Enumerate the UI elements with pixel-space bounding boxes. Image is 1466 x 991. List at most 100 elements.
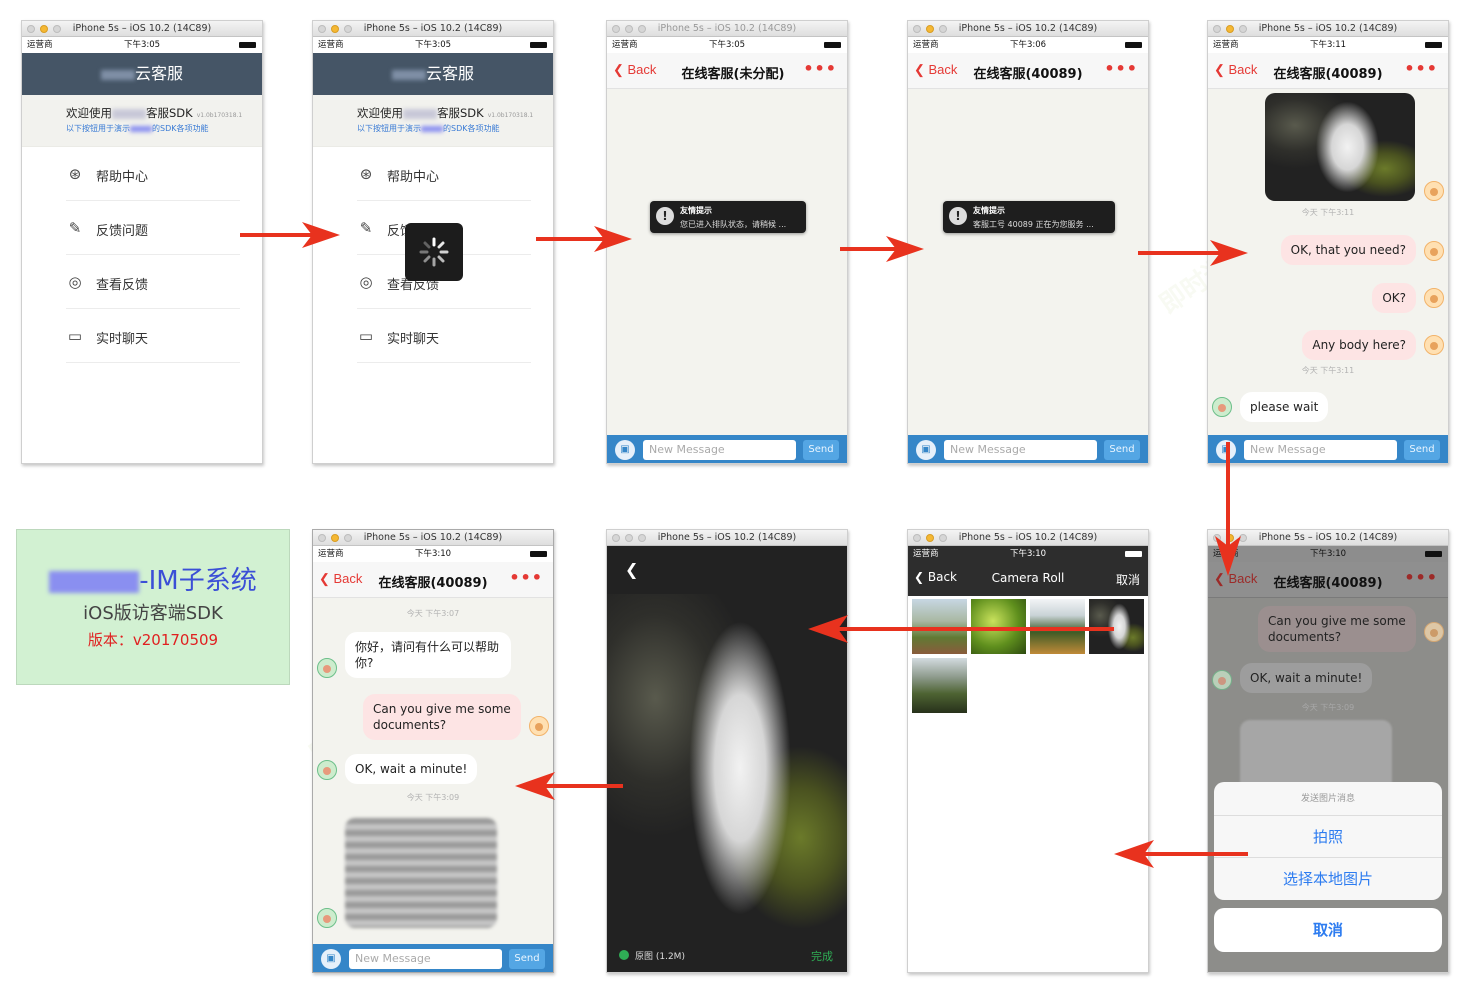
blurred-document-image[interactable] bbox=[345, 818, 497, 928]
status-bar: 运营商 下午3:06 bbox=[908, 37, 1148, 53]
message-input-bar: ▣ New Message Send bbox=[607, 435, 847, 463]
send-button[interactable]: Send bbox=[509, 949, 545, 969]
timestamp: 今天 下午3:11 bbox=[1301, 208, 1355, 217]
window-controls[interactable] bbox=[318, 534, 352, 542]
clock: 下午3:10 bbox=[1009, 549, 1047, 559]
window-controls[interactable] bbox=[612, 25, 646, 33]
original-image-label: 原图 (1.2M) bbox=[635, 952, 685, 962]
choose-local-image-option[interactable]: 选择本地图片 bbox=[1214, 858, 1442, 900]
sdk-title-text: -IM子系统 bbox=[139, 566, 257, 596]
cancel-button[interactable]: 取消 bbox=[1116, 571, 1140, 588]
clock: 下午3:10 bbox=[1309, 549, 1347, 559]
help-center-icon: ⊛ bbox=[68, 165, 82, 183]
menu-item-help[interactable]: ⊛ 帮助中心 bbox=[66, 147, 240, 201]
battery-icon bbox=[824, 42, 841, 48]
more-options-icon[interactable]: ••• bbox=[1104, 59, 1138, 78]
chat-area: ! 友情提示 客服工号 40089 正在为您服务 ... ▣ New Messa… bbox=[908, 89, 1148, 463]
window-controls[interactable] bbox=[318, 25, 352, 33]
live-chat-icon: ▭ bbox=[358, 327, 374, 345]
send-button[interactable]: Send bbox=[803, 440, 839, 460]
loading-hud bbox=[405, 223, 463, 281]
menu-item-help[interactable]: ⊛ 帮助中心 bbox=[357, 147, 531, 201]
message-bubble-received: please wait bbox=[1240, 392, 1329, 422]
sdk-info-card: -IM子系统 iOS版访客端SDK 版本：v20170509 bbox=[16, 529, 290, 685]
live-chat-icon: ▭ bbox=[67, 327, 83, 345]
subtitle-prefix: 以下按钮用于演示 bbox=[66, 124, 130, 133]
window-titlebar: iPhone 5s – iOS 10.2 (14C89) bbox=[1208, 530, 1448, 546]
image-picker-icon[interactable]: ▣ bbox=[916, 440, 936, 460]
original-image-toggle[interactable] bbox=[619, 950, 629, 960]
window-controls[interactable] bbox=[1213, 25, 1247, 33]
message-bubble-sent: OK? bbox=[1372, 283, 1416, 313]
window-controls[interactable] bbox=[913, 534, 947, 542]
window-controls[interactable] bbox=[913, 25, 947, 33]
send-button[interactable]: Send bbox=[1404, 440, 1440, 460]
menu-label: 实时聊天 bbox=[96, 332, 149, 347]
message-input-bar: ▣ New Message Send bbox=[313, 944, 553, 972]
message-bubble-sent: Can you give me some documents? bbox=[363, 694, 521, 740]
preview-top-bar: ❮ bbox=[607, 546, 847, 594]
take-photo-option[interactable]: 拍照 bbox=[1214, 816, 1442, 858]
message-input[interactable]: New Message bbox=[643, 440, 796, 460]
toast-title: 友情提示 bbox=[973, 206, 1005, 215]
window-titlebar: iPhone 5s – iOS 10.2 (14C89) bbox=[908, 21, 1148, 37]
status-bar: 运营商 下午3:05 bbox=[607, 37, 847, 53]
flow-arrow-right bbox=[240, 222, 340, 248]
toast-title: 友情提示 bbox=[680, 206, 712, 215]
agent-avatar bbox=[317, 760, 337, 780]
spinner-icon bbox=[419, 237, 449, 267]
window-controls[interactable] bbox=[27, 25, 61, 33]
timestamp: 今天 下午3:09 bbox=[1301, 703, 1355, 712]
user-avatar bbox=[1424, 622, 1444, 642]
message-input[interactable]: New Message bbox=[1244, 440, 1397, 460]
redacted-brand bbox=[100, 69, 135, 80]
window-title: iPhone 5s – iOS 10.2 (14C89) bbox=[363, 532, 503, 543]
window-controls[interactable] bbox=[612, 534, 646, 542]
photo-thumbnail[interactable] bbox=[912, 658, 967, 713]
battery-icon bbox=[530, 42, 547, 48]
clock: 下午3:05 bbox=[123, 40, 161, 50]
message-bubble-received: OK, wait a minute! bbox=[1240, 663, 1373, 693]
more-options-icon[interactable]: ••• bbox=[1404, 59, 1438, 78]
status-bar: 运营商 下午3:11 bbox=[1208, 37, 1448, 53]
menu-item-view-feedback[interactable]: ◎ 查看反馈 bbox=[66, 255, 240, 309]
version-label: v1.0b170318.1 bbox=[196, 112, 243, 119]
message-input[interactable]: New Message bbox=[349, 949, 502, 969]
message-input[interactable]: New Message bbox=[944, 440, 1097, 460]
welcome-panel: 欢迎使用 客服SDK v1.0b170318.1 以下按钮用于演示 的SDK各项功能 bbox=[22, 95, 262, 147]
clock: 下午3:11 bbox=[1309, 40, 1347, 50]
welcome-panel: 欢迎使用 客服SDK v1.0b170318.1 以下按钮用于演示 的SDK各项功能 bbox=[313, 95, 553, 147]
chat-area: 今天 下午3:11 OK, that you need? OK? Any bod… bbox=[1208, 89, 1448, 463]
feedback-pen-icon: ✎ bbox=[68, 219, 82, 237]
assigned-toast: ! 友情提示 客服工号 40089 正在为您服务 ... bbox=[943, 201, 1115, 233]
battery-icon bbox=[1425, 42, 1442, 48]
warning-icon: ! bbox=[656, 207, 674, 225]
image-picker-icon[interactable]: ▣ bbox=[615, 440, 635, 460]
menu-label: 实时聊天 bbox=[387, 332, 440, 347]
user-avatar bbox=[1424, 288, 1444, 308]
preview-image-waterfall bbox=[607, 594, 847, 942]
action-sheet-cancel-button[interactable]: 取消 bbox=[1214, 908, 1442, 952]
more-options-icon[interactable]: ••• bbox=[1404, 568, 1438, 587]
sent-image-waterfall[interactable] bbox=[1265, 93, 1415, 201]
menu-label: 帮助中心 bbox=[96, 170, 149, 185]
back-chevron-icon[interactable]: ❮ bbox=[625, 560, 638, 579]
status-bar: 运营商 下午3:05 bbox=[22, 37, 262, 53]
image-picker-icon[interactable]: ▣ bbox=[321, 949, 341, 969]
send-button[interactable]: Send bbox=[1104, 440, 1140, 460]
menu-item-feedback[interactable]: ✎ 反馈问题 bbox=[66, 201, 240, 255]
battery-icon bbox=[530, 551, 547, 557]
battery-icon bbox=[1425, 551, 1442, 557]
flow-arrow-right bbox=[1138, 240, 1248, 266]
more-options-icon[interactable]: ••• bbox=[803, 59, 837, 78]
more-options-icon[interactable]: ••• bbox=[509, 568, 543, 587]
menu-item-live-chat[interactable]: ▭ 实时聊天 bbox=[66, 309, 240, 363]
view-feedback-icon: ◎ bbox=[359, 273, 373, 291]
subtitle-prefix: 以下按钮用于演示 bbox=[357, 124, 421, 133]
clock: 下午3:10 bbox=[414, 549, 452, 559]
flow-arrow-left bbox=[1114, 840, 1248, 868]
done-button[interactable]: 完成 bbox=[811, 948, 833, 964]
menu-item-live-chat[interactable]: ▭ 实时聊天 bbox=[357, 309, 531, 363]
feedback-pen-icon: ✎ bbox=[359, 219, 373, 237]
menu-label: 查看反馈 bbox=[96, 278, 149, 293]
